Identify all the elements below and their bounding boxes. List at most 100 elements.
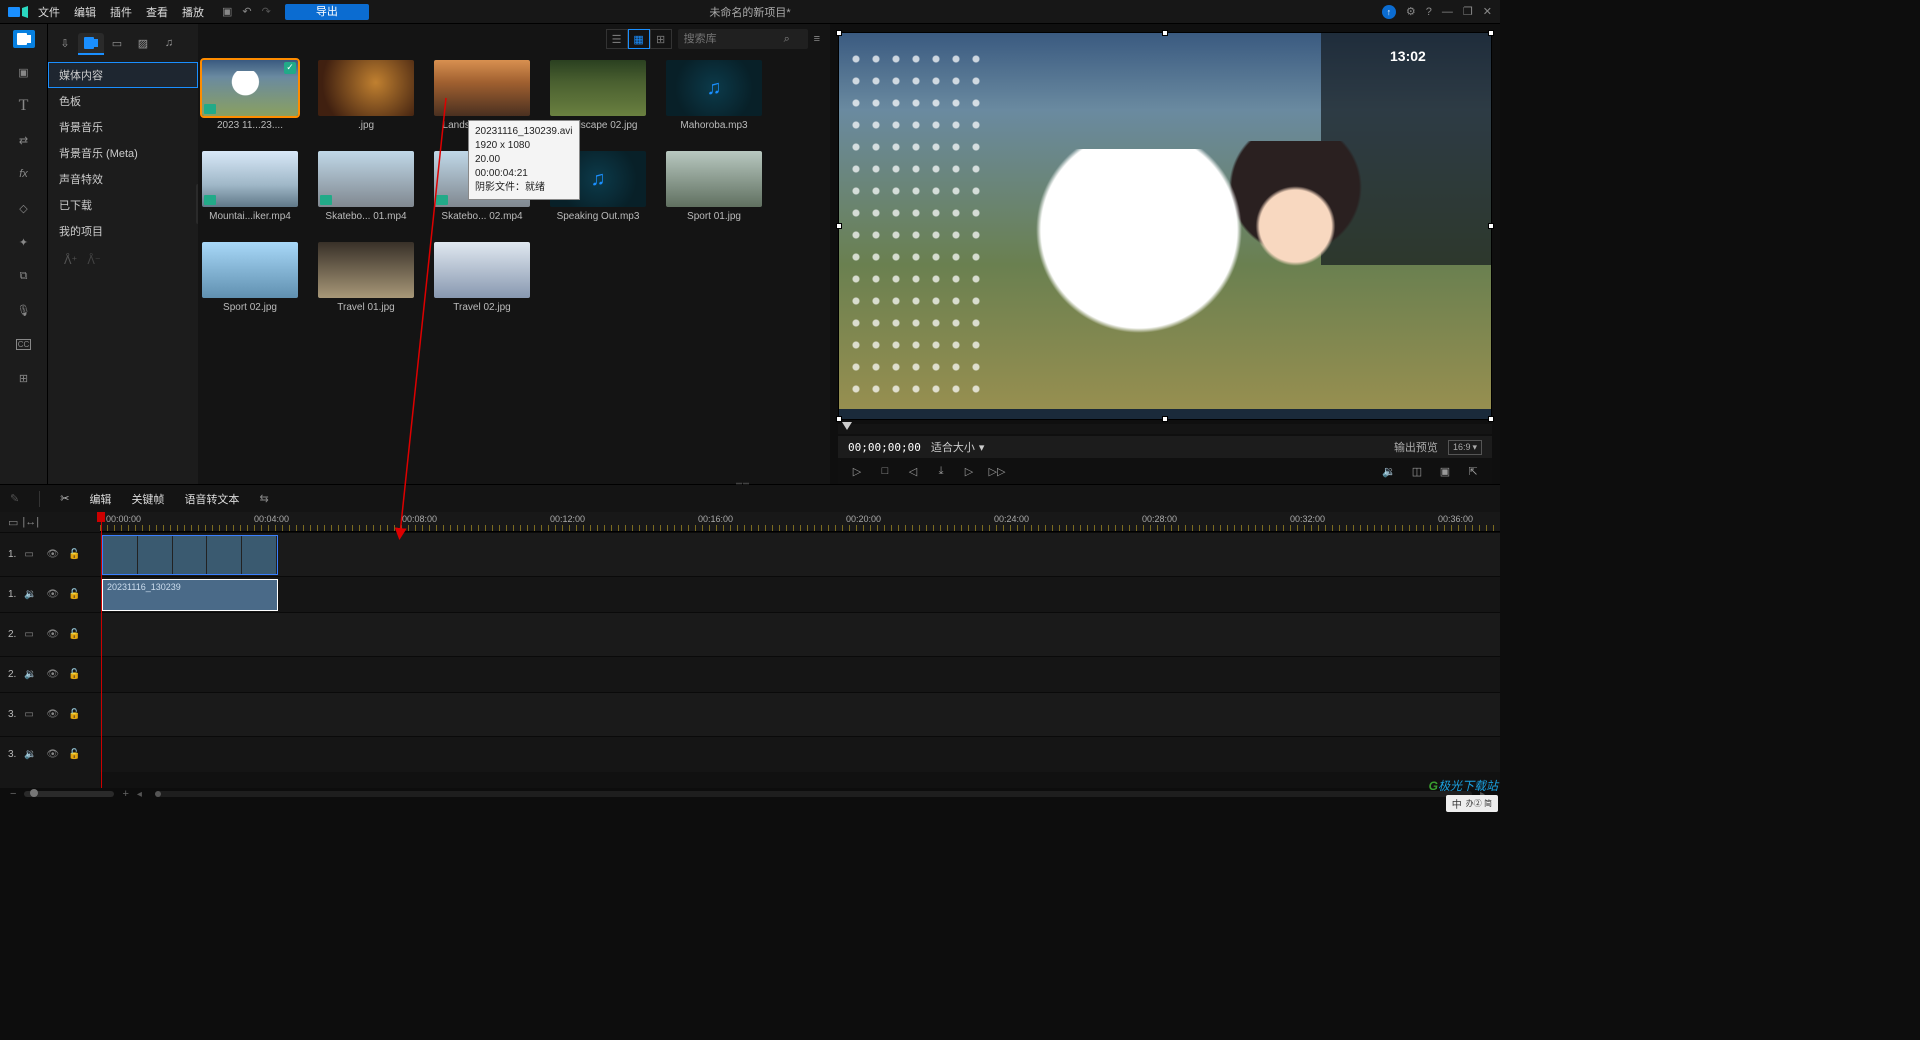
undo-icon[interactable]: ↶ [242,5,251,18]
snapshot-icon[interactable]: ⤓ [932,462,950,480]
sync-icon[interactable]: ⇆ [259,492,268,505]
scroll-left-icon[interactable]: ◂ [137,789,147,800]
tl-snap-icon[interactable]: |↔| [22,516,39,528]
tl-tab-stt[interactable]: 语音转文本 [184,491,239,507]
track-header[interactable]: 1.🔉👁🔓 [0,576,100,612]
lock-icon[interactable]: 🔓 [68,669,82,680]
sb-bgm-meta[interactable]: 背景音乐 (Meta) [48,140,198,166]
media-item[interactable]: Skatebo... 01.mp4 [318,151,414,222]
playhead[interactable] [101,512,102,788]
media-thumbnail[interactable] [550,60,646,116]
save-icon[interactable]: ▣ [222,5,232,18]
track-video-2[interactable] [100,612,1500,656]
timeline-scrollbar[interactable]: − + ◂ ▸ [0,788,1500,800]
media-item[interactable]: ♫Mahoroba.mp3 [666,60,762,131]
tl-layout-icon[interactable]: ▭ [8,516,18,529]
popout-icon[interactable]: ⇱ [1464,462,1482,480]
redo-icon[interactable]: ↷ [262,5,271,18]
track-audio-2[interactable] [100,656,1500,692]
media-thumbnail[interactable]: ✓ [202,60,298,116]
grid-view-icon[interactable]: ▦ [628,29,650,49]
chapter-room-icon[interactable]: ⊞ [14,368,34,388]
preview-scrubber[interactable] [838,424,1492,434]
import-tab-icon[interactable]: ⇩ [52,33,78,55]
title-room-icon[interactable]: T [14,96,34,116]
image-tab-icon[interactable]: ▨ [130,33,156,55]
search-icon[interactable]: ⌕ [784,33,790,46]
lock-icon[interactable]: 🔓 [68,589,82,600]
tl-tab-edit[interactable]: 编辑 [89,491,111,507]
list-view-icon[interactable]: ☰ [606,29,628,49]
scissors-icon[interactable]: ✂ [60,492,69,505]
export-button[interactable]: 导出 [285,4,369,20]
sb-color-board[interactable]: 色板 [48,88,198,114]
media-thumbnail[interactable] [434,60,530,116]
zoom-out-icon[interactable]: − [10,788,16,800]
overlay-room-icon[interactable]: ◇ [14,198,34,218]
media-item[interactable]: ✓2023 11...23.... [202,60,298,131]
menu-edit[interactable]: 编辑 [74,4,96,20]
eye-icon[interactable]: 👁 [46,749,60,760]
settings-icon[interactable]: ⚙ [1406,5,1416,18]
image-room-icon[interactable]: ▣ [14,62,34,82]
preview-viewport[interactable]: 13:02 [838,32,1492,420]
track-audio-3[interactable] [100,736,1500,772]
eye-icon[interactable]: 👁 [46,709,60,720]
media-item[interactable]: Travel 02.jpg [434,242,530,313]
caption-room-icon[interactable]: CC [14,334,34,354]
track-video-1[interactable] [100,532,1500,576]
track-header[interactable]: 2.▭👁🔓 [0,612,100,656]
media-thumbnail[interactable] [202,151,298,207]
media-thumbnail[interactable] [318,242,414,298]
frame-tab-icon[interactable]: ▭ [104,33,130,55]
track-audio-1[interactable]: 20231116_130239 [100,576,1500,612]
particle-room-icon[interactable]: ✦ [14,232,34,252]
audio-clip[interactable]: 20231116_130239 [102,579,278,611]
media-item[interactable]: Travel 01.jpg [318,242,414,313]
tag-add-icon[interactable]: ᐰ⁺ [64,254,77,267]
tl-tab-keyframe[interactable]: 关键帧 [131,491,164,507]
menu-view[interactable]: 查看 [146,4,168,20]
zoom-slider[interactable] [24,791,114,797]
eye-icon[interactable]: 👁 [46,589,60,600]
ime-indicator[interactable]: 中办② 简 [1446,795,1498,812]
tag-remove-icon[interactable]: ᐰ⁻ [87,254,100,267]
output-preview-button[interactable]: 输出预览 [1394,439,1438,455]
fx-room-icon[interactable]: fx [14,164,34,184]
drag-handle-icon[interactable]: ┅┅ [736,479,764,485]
minimize-icon[interactable]: — [1442,6,1453,18]
volume-icon[interactable]: 🔉 [1380,462,1398,480]
next-frame-icon[interactable]: ▷ [960,462,978,480]
search-box[interactable]: ⌕ [678,29,808,49]
fit-dropdown[interactable]: 适合大小▾ [931,439,985,455]
lock-icon[interactable]: 🔓 [68,709,82,720]
audio-tab-icon[interactable]: ♫ [156,33,182,55]
sb-download[interactable]: 已下载 [48,192,198,218]
search-input[interactable] [684,33,784,45]
voice-room-icon[interactable]: 🎙 [14,300,34,320]
close-icon[interactable]: ✕ [1483,5,1492,18]
track-video-3[interactable] [100,692,1500,736]
ffwd-icon[interactable]: ▷▷ [988,462,1006,480]
eye-icon[interactable]: 👁 [46,669,60,680]
camera-icon[interactable]: ◫ [1408,462,1426,480]
media-thumbnail[interactable] [202,242,298,298]
stop-icon[interactable]: □ [876,462,894,480]
maximize-icon[interactable]: ❐ [1463,5,1473,18]
scrubber-playhead-icon[interactable] [842,422,852,430]
zoom-in-icon[interactable]: + [122,788,128,800]
sb-myproj[interactable]: 我的项目 [48,218,198,244]
transition-room-icon[interactable]: ⇄ [14,130,34,150]
media-thumbnail[interactable] [318,151,414,207]
help-icon[interactable]: ? [1426,6,1432,18]
track-header[interactable]: 3.▭👁🔓 [0,692,100,736]
sb-sfx[interactable]: 声音特效 [48,166,198,192]
menu-file[interactable]: 文件 [38,4,60,20]
eye-icon[interactable]: 👁 [46,629,60,640]
timecode[interactable]: 00;00;00;00 [848,441,921,454]
eye-icon[interactable]: 👁 [46,549,60,560]
time-ruler[interactable]: 00:00:0000:04:0000:08:0000:12:0000:16:00… [100,512,1500,532]
media-thumbnail[interactable] [666,151,762,207]
brush-icon[interactable]: ✎ [10,492,19,505]
detail-view-icon[interactable]: ⊞ [650,29,672,49]
